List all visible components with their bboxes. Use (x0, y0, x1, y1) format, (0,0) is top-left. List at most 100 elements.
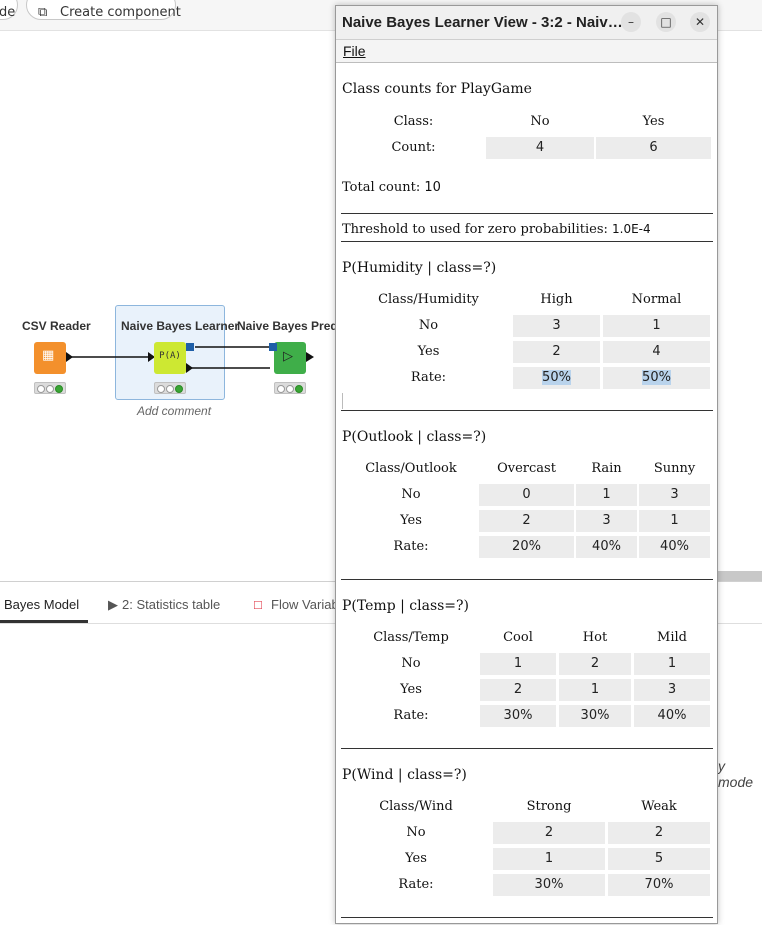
outlook-yes-sunny: 1 (639, 510, 710, 532)
wind-yes-weak: 5 (608, 848, 710, 870)
learner-icon: P(A) (159, 351, 181, 361)
temp-yes-cool: 2 (480, 679, 556, 701)
divider (341, 241, 713, 242)
humidity-row-no: No (418, 318, 439, 333)
divider (341, 748, 713, 749)
humidity-rate-normal-value: 50% (642, 370, 671, 385)
model-out-port-icon (186, 343, 194, 351)
wind-row-yes: Yes (405, 851, 427, 866)
class-label: Class: (393, 114, 434, 129)
learner-status (154, 382, 186, 394)
model-view-content: Class counts for PlayGame Class: No Yes … (336, 63, 717, 923)
window-titlebar[interactable]: Naive Bayes Learner View - 3:2 - Naiv… –… (336, 6, 717, 40)
humidity-no-normal: 1 (603, 315, 710, 337)
minimize-icon[interactable]: – (621, 12, 641, 32)
tab-statistics-table[interactable]: 2: Statistics table (122, 597, 220, 612)
wind-col-strong: Strong (526, 799, 572, 814)
active-tab-indicator (0, 620, 88, 623)
csv-out-port (66, 352, 73, 362)
status-dot-icon (46, 385, 54, 393)
class-counts-title: Class counts for PlayGame (342, 81, 532, 97)
divider (341, 213, 713, 214)
wind-title: P(Wind | class=?) (342, 767, 467, 783)
add-comment-link[interactable]: Add comment (137, 404, 211, 418)
outlook-title: P(Outlook | class=?) (342, 429, 487, 445)
humidity-row-rate: Rate: (410, 370, 447, 385)
status-dot-green-icon (295, 385, 303, 393)
divider (341, 917, 713, 918)
tab-flow-variables[interactable]: Flow Variab (271, 597, 339, 612)
humidity-col-normal: Normal (631, 292, 682, 307)
play-icon: ▶ (108, 597, 118, 612)
outlook-no-rain: 1 (576, 484, 637, 506)
outlook-row-yes: Yes (400, 513, 422, 528)
window-menubar: File (336, 40, 717, 63)
status-dot-icon (157, 385, 165, 393)
humidity-yes-normal: 4 (603, 341, 710, 363)
outlook-yes-overcast: 2 (479, 510, 574, 532)
temp-no-mild: 1 (634, 653, 710, 675)
total-count-label: Total count: (342, 180, 421, 195)
temp-rate-hot: 30% (559, 705, 631, 727)
outlook-corner: Class/Outlook (365, 461, 457, 476)
divider (341, 410, 713, 411)
outlook-no-overcast: 0 (479, 484, 574, 506)
class-col-no: No (530, 114, 550, 129)
temp-col-hot: Hot (582, 630, 608, 645)
flow-variable-icon: □ (254, 597, 262, 612)
outlook-rate-sunny: 40% (639, 536, 710, 558)
csv-reader-status (34, 382, 66, 394)
outlook-col-sunny: Sunny (653, 461, 696, 476)
tab-bayes-model[interactable]: Bayes Model (4, 597, 79, 612)
outlook-row-no: No (401, 487, 421, 502)
count-label: Count: (391, 140, 436, 155)
temp-col-cool: Cool (503, 630, 533, 645)
humidity-yes-high: 2 (513, 341, 600, 363)
toolbar-partial-label: de (0, 5, 16, 20)
count-yes: 6 (596, 137, 711, 159)
naive-bayes-view-window: Naive Bayes Learner View - 3:2 - Naiv… –… (335, 5, 718, 924)
status-dot-icon (37, 385, 45, 393)
threshold-label: Threshold to used for zero probabilities… (342, 222, 608, 237)
temp-yes-mild: 3 (634, 679, 710, 701)
outlook-row-rate: Rate: (393, 539, 429, 554)
threshold: Threshold to used for zero probabilities… (342, 222, 651, 237)
status-dot-green-icon (55, 385, 63, 393)
toolbar-partial-button[interactable]: de (0, 0, 18, 20)
csv-reader-node[interactable]: ▦ (34, 342, 66, 374)
predictor-status (274, 382, 306, 394)
divider (341, 579, 713, 580)
wind-row-rate: Rate: (398, 877, 434, 892)
predictor-out-port (306, 352, 314, 362)
create-component-icon: ⧉ (38, 5, 48, 20)
outlook-yes-rain: 3 (576, 510, 637, 532)
wind-no-weak: 2 (608, 822, 710, 844)
maximize-icon[interactable]: □ (656, 12, 676, 32)
table-icon: ▦ (42, 348, 55, 363)
model-in-port-icon (269, 343, 277, 351)
close-icon[interactable]: ✕ (690, 12, 710, 32)
humidity-rate-high-value: 50% (542, 370, 571, 385)
temp-row-no: No (401, 656, 421, 671)
temp-no-cool: 1 (480, 653, 556, 675)
temp-rate-mild: 40% (634, 705, 710, 727)
outlook-rate-rain: 40% (576, 536, 637, 558)
temp-yes-hot: 1 (559, 679, 631, 701)
temp-title: P(Temp | class=?) (342, 598, 470, 614)
create-component-button[interactable]: ⧉ Create component (26, 0, 181, 20)
wind-yes-strong: 1 (493, 848, 605, 870)
humidity-no-high: 3 (513, 315, 600, 337)
temp-col-mild: Mild (657, 630, 687, 645)
horizontal-scrollbar[interactable] (718, 571, 762, 581)
outlook-no-sunny: 3 (639, 484, 710, 506)
learner-table-port (186, 363, 193, 373)
total-count: Total count: 10 (342, 180, 441, 195)
status-dot-icon (286, 385, 294, 393)
wind-no-strong: 2 (493, 822, 605, 844)
naive-bayes-predictor-node[interactable]: ▷ (269, 342, 306, 374)
menu-file[interactable]: File (343, 43, 366, 59)
wind-rate-weak: 70% (608, 874, 710, 896)
threshold-value: 1.0E-4 (612, 222, 651, 236)
naive-bayes-learner-node[interactable]: P(A) (154, 342, 194, 374)
humidity-col-high: High (540, 292, 573, 307)
